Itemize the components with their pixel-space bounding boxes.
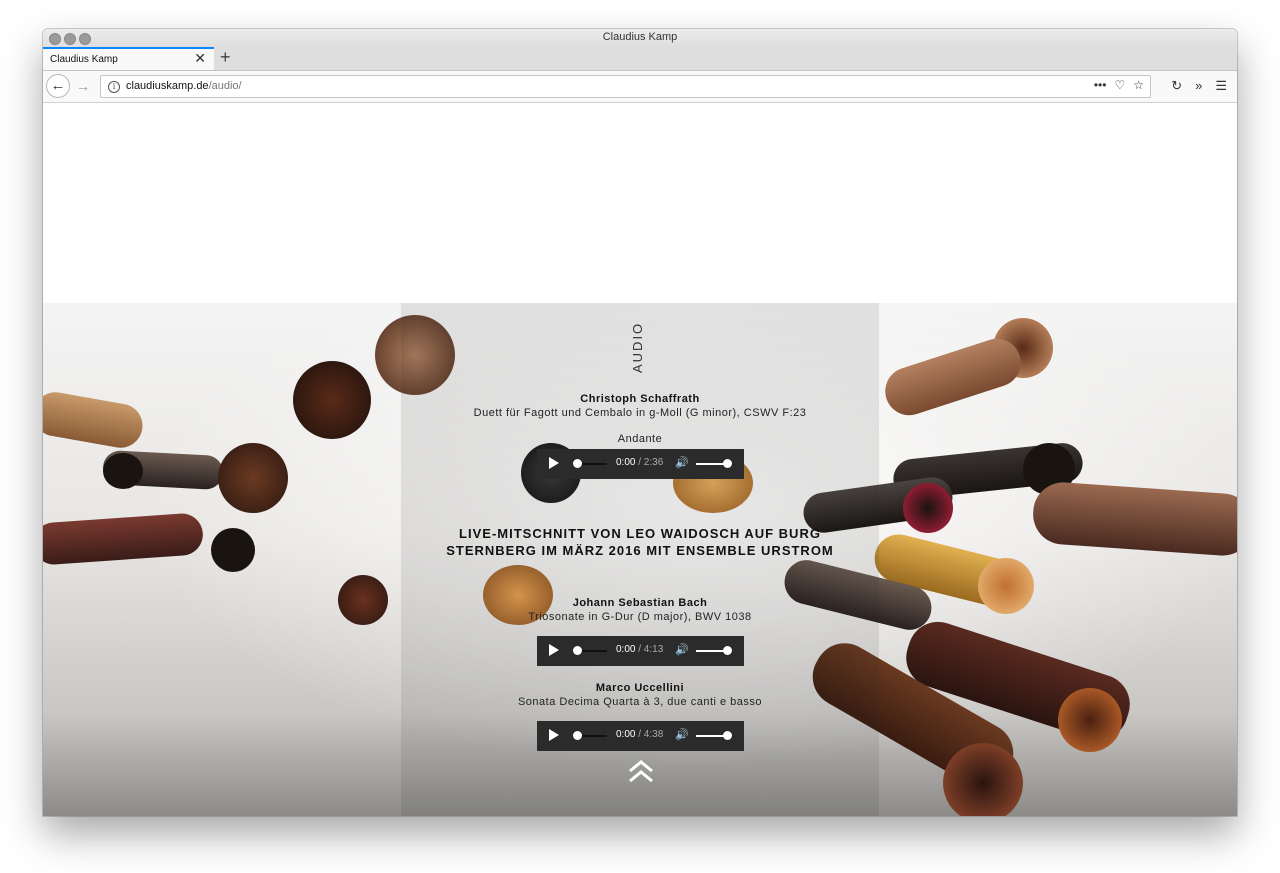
track-movement: Andante — [617, 433, 663, 445]
volume-slider[interactable] — [723, 731, 732, 740]
section-heading: AUDIO — [630, 321, 645, 373]
volume-icon[interactable]: 🔊 — [675, 456, 689, 469]
live-heading: LIVE-MITSCHNITT VON LEO WAIDOSCH AUF BUR… — [401, 525, 879, 559]
track-composer: Johann Sebastian Bach — [572, 597, 708, 609]
instrument-image — [103, 453, 143, 489]
seek-track[interactable] — [582, 735, 607, 737]
url-actions: ••• ♡ ☆ — [1086, 78, 1144, 92]
audio-player[interactable]: 0:00 / 4:38 🔊 — [537, 721, 744, 751]
instrument-image — [43, 388, 146, 452]
instrument-image — [879, 332, 1027, 422]
current-time: 0:00 — [616, 729, 636, 740]
menu-icon[interactable]: ☰ — [1215, 78, 1227, 93]
back-button[interactable]: ← — [46, 74, 70, 98]
time-display: 0:00 / 4:13 — [616, 644, 663, 655]
pocket-icon[interactable]: ♡ — [1114, 78, 1125, 92]
instrument-image — [1058, 688, 1122, 752]
track-composer: Marco Uccellini — [595, 682, 685, 694]
title-bar: Claudius Kamp — [43, 29, 1237, 47]
tab-strip: Claudius Kamp ✕ + — [43, 47, 1237, 71]
bookmark-star-icon[interactable]: ☆ — [1133, 78, 1144, 92]
play-icon[interactable] — [549, 644, 559, 656]
track-work: Sonata Decima Quarta à 3, due canti e ba… — [517, 696, 763, 708]
seek-track[interactable] — [582, 650, 607, 652]
instrument-image — [903, 483, 953, 533]
volume-icon[interactable]: 🔊 — [675, 728, 689, 741]
duration: / 4:38 — [638, 729, 664, 740]
seek-slider[interactable] — [573, 646, 582, 655]
current-time: 0:00 — [616, 644, 636, 655]
track-work: Duett für Fagott und Cembalo in g-Moll (… — [473, 407, 807, 419]
volume-icon[interactable]: 🔊 — [675, 643, 689, 656]
seek-slider[interactable] — [573, 459, 582, 468]
play-icon[interactable] — [549, 457, 559, 469]
page-actions-icon[interactable]: ••• — [1094, 78, 1107, 92]
volume-slider[interactable] — [723, 459, 732, 468]
live-heading-line1: LIVE-MITSCHNITT VON LEO WAIDOSCH AUF BUR… — [459, 526, 821, 541]
instrument-image — [293, 361, 371, 439]
browser-window: Claudius Kamp Claudius Kamp ✕ + ← → i cl… — [43, 29, 1237, 816]
page-content: AUDIO Christoph Schaffrath Duett für Fag… — [43, 103, 1237, 816]
reload-icon[interactable]: ↻ — [1171, 78, 1182, 93]
instrument-image — [211, 528, 255, 572]
seek-slider[interactable] — [573, 731, 582, 740]
url-host: claudiuskamp.de — [126, 80, 209, 92]
overflow-icon[interactable]: » — [1195, 78, 1202, 93]
window-title: Claudius Kamp — [602, 31, 678, 43]
live-heading-line2: STERNBERG IM MÄRZ 2016 MIT ENSEMBLE URST… — [446, 543, 834, 558]
time-display: 0:00 / 4:38 — [616, 729, 663, 740]
tab-claudius-kamp[interactable]: Claudius Kamp ✕ — [43, 47, 214, 70]
track-work: Triosonate in G-Dur (D major), BWV 1038 — [528, 611, 752, 623]
play-icon[interactable] — [549, 729, 559, 741]
instrument-image — [978, 558, 1034, 614]
volume-slider[interactable] — [723, 646, 732, 655]
seek-track[interactable] — [582, 463, 607, 465]
tab-title: Claudius Kamp — [50, 54, 118, 65]
new-tab-button[interactable]: + — [220, 48, 231, 66]
toolbar-right: ↻ » ☰ — [1158, 78, 1227, 94]
audio-player[interactable]: 0:00 / 2:36 🔊 — [537, 449, 744, 479]
current-time: 0:00 — [616, 457, 636, 468]
address-bar[interactable]: i claudiuskamp.de/audio/ ••• ♡ ☆ — [100, 75, 1151, 98]
url-text[interactable]: claudiuskamp.de/audio/ — [126, 80, 242, 92]
instrument-image — [943, 743, 1023, 816]
close-tab-icon[interactable]: ✕ — [194, 51, 206, 65]
url-path: /audio/ — [208, 80, 242, 92]
info-icon[interactable]: i — [108, 81, 120, 93]
instrument-image — [218, 443, 288, 513]
forward-button[interactable]: → — [76, 78, 90, 94]
instrument-image — [1031, 480, 1237, 558]
audio-section: AUDIO Christoph Schaffrath Duett für Fag… — [401, 103, 879, 816]
instrument-image — [43, 512, 205, 566]
time-display: 0:00 / 2:36 — [616, 457, 663, 468]
audio-player[interactable]: 0:00 / 4:13 🔊 — [537, 636, 744, 666]
navigation-bar: ← → i claudiuskamp.de/audio/ ••• ♡ ☆ ↻ » ☰ — [43, 71, 1237, 103]
instrument-image — [338, 575, 388, 625]
duration: / 2:36 — [638, 457, 664, 468]
double-chevron-up-icon[interactable] — [628, 759, 654, 785]
duration: / 4:13 — [638, 644, 664, 655]
track-composer: Christoph Schaffrath — [580, 393, 700, 405]
